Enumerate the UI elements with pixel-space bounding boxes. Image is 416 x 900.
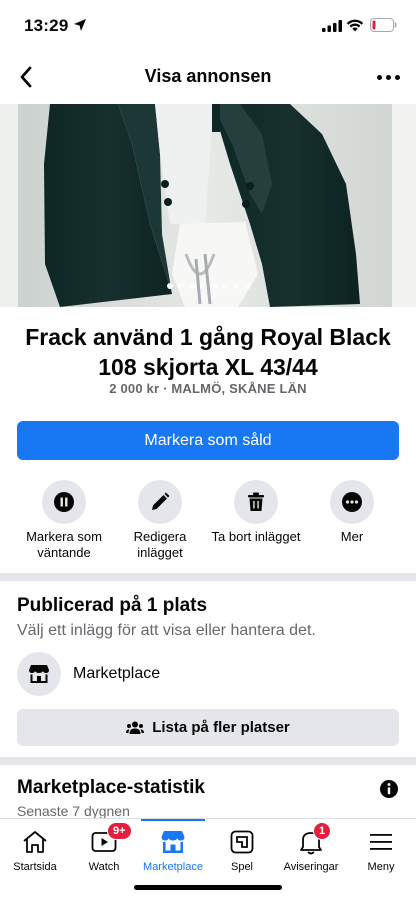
marketplace-storefront-icon bbox=[17, 652, 61, 696]
storefront-icon bbox=[29, 665, 49, 683]
action-icon-circle bbox=[234, 480, 278, 524]
mark-as-sold-button[interactable]: Markera som såld bbox=[17, 421, 399, 460]
list-on-more-places-label: Lista på fler platser bbox=[152, 719, 290, 736]
tab-notifications[interactable]: 1 Aviseringar bbox=[276, 822, 346, 873]
tab-watch[interactable]: 9+ Watch bbox=[69, 822, 139, 873]
active-tab-indicator bbox=[141, 819, 205, 821]
people-icon bbox=[126, 721, 145, 734]
more-dot-icon bbox=[394, 74, 400, 80]
tab-label: Startsida bbox=[13, 861, 57, 873]
action-label: Redigera inlägget bbox=[133, 529, 187, 560]
published-section-subtitle: Välj ett inlägg för att visa eller hante… bbox=[17, 622, 316, 639]
marketplace-stats-period: Senaste 7 dygnen bbox=[17, 803, 130, 819]
action-label: Ta bort inlägget bbox=[211, 529, 301, 544]
marketplace-label: Marketplace bbox=[73, 665, 161, 682]
location-arrow-icon bbox=[74, 19, 86, 31]
tab-label: Spel bbox=[230, 861, 254, 873]
page-title: Visa annonsen bbox=[144, 66, 272, 86]
trash-icon bbox=[248, 492, 264, 511]
listing-actions: Markera som väntande Redigera inlägget T… bbox=[0, 480, 416, 570]
cellular-signal-icon bbox=[322, 20, 342, 32]
section-divider bbox=[0, 757, 416, 765]
status-bar: 13:29 bbox=[0, 0, 416, 52]
gaming-icon bbox=[230, 830, 254, 854]
info-icon[interactable] bbox=[379, 779, 399, 799]
tab-label: Aviseringar bbox=[283, 861, 339, 873]
marketplace-icon bbox=[161, 831, 185, 853]
action-icon-circle bbox=[42, 480, 86, 524]
more-icon bbox=[342, 492, 362, 512]
top-app-bar: Visa annonsen bbox=[0, 52, 416, 104]
wifi-icon bbox=[346, 19, 364, 32]
action-icon-circle bbox=[138, 480, 182, 524]
listing-photo-carousel[interactable] bbox=[0, 104, 416, 307]
carousel-dot bbox=[210, 283, 217, 289]
delete-listing-action[interactable]: Ta bort inlägget bbox=[206, 480, 306, 545]
pause-icon bbox=[54, 492, 74, 512]
carousel-dot bbox=[166, 283, 173, 289]
marketplace-stats-title: Marketplace-statistik bbox=[17, 777, 205, 798]
pencil-icon bbox=[152, 492, 170, 510]
section-divider bbox=[0, 573, 416, 581]
status-time: 13:29 bbox=[24, 16, 69, 35]
carousel-dot bbox=[199, 283, 206, 289]
tab-marketplace[interactable]: Marketplace bbox=[138, 827, 208, 873]
action-label: Mer bbox=[340, 529, 364, 544]
action-icon-circle bbox=[330, 480, 374, 524]
carousel-dot bbox=[221, 283, 228, 289]
carousel-dot bbox=[188, 283, 195, 289]
battery-icon bbox=[370, 18, 397, 32]
action-label: Markera som väntande bbox=[26, 529, 102, 560]
marketplace-placement-row[interactable]: Marketplace bbox=[17, 652, 399, 696]
listing-title: Frack använd 1 gång Royal Black 108 skjo… bbox=[25, 324, 391, 380]
watch-badge: 9+ bbox=[107, 822, 132, 840]
edit-listing-action[interactable]: Redigera inlägget bbox=[110, 480, 210, 561]
tab-gaming[interactable]: Spel bbox=[207, 827, 277, 873]
list-on-more-places-button[interactable]: Lista på fler platser bbox=[17, 709, 399, 746]
home-icon bbox=[23, 831, 47, 853]
more-actions[interactable]: Mer bbox=[302, 480, 402, 545]
tab-label: Meny bbox=[367, 861, 395, 873]
tab-menu[interactable]: Meny bbox=[346, 827, 416, 873]
menu-icon bbox=[370, 834, 392, 850]
carousel-dot bbox=[243, 283, 250, 289]
published-section-title: Publicerad på 1 plats bbox=[17, 595, 208, 616]
notifications-badge: 1 bbox=[313, 822, 332, 840]
home-indicator bbox=[134, 885, 282, 890]
tab-home[interactable]: Startsida bbox=[0, 827, 70, 873]
listing-price-location: 2 000 kr · MALMÖ, SKÅNE LÄN bbox=[109, 381, 307, 396]
more-options-button[interactable] bbox=[374, 66, 402, 88]
carousel-page-indicator bbox=[0, 283, 416, 289]
carousel-dot bbox=[232, 283, 239, 289]
mark-pending-action[interactable]: Markera som väntande bbox=[14, 480, 114, 561]
carousel-dot bbox=[177, 283, 184, 289]
more-dot-icon bbox=[376, 74, 382, 80]
more-dot-icon bbox=[385, 74, 391, 80]
tab-label: Watch bbox=[88, 861, 120, 873]
tab-label: Marketplace bbox=[143, 861, 203, 873]
tailcoat-photo bbox=[0, 104, 416, 307]
